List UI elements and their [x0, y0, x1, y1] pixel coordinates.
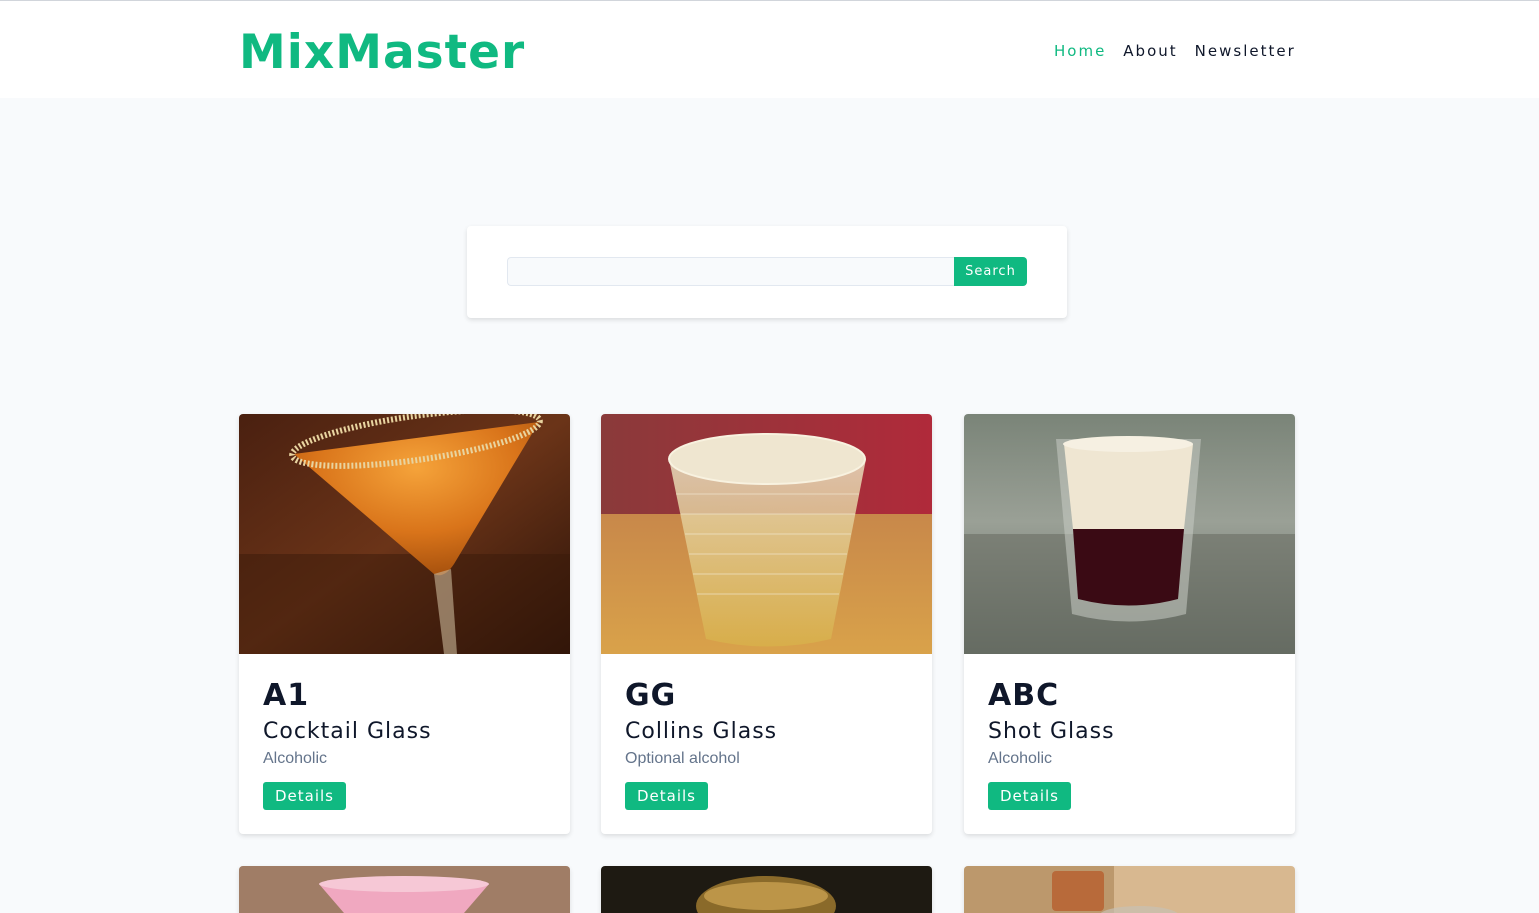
nav-links: Home About Newsletter	[1054, 41, 1296, 61]
nav-link-about[interactable]: About	[1123, 41, 1177, 61]
cocktail-type: Alcoholic	[263, 750, 328, 767]
cocktail-card: GG Collins Glass Optional alcohol Detail…	[601, 414, 932, 834]
cocktail-glass: Collins Glass	[625, 719, 778, 744]
cocktail-card	[239, 866, 570, 913]
nav-link-newsletter[interactable]: Newsletter	[1195, 41, 1296, 61]
search-form: Search	[467, 226, 1067, 318]
details-button[interactable]: Details	[263, 782, 347, 810]
cocktail-name: ABC	[988, 678, 1060, 713]
cocktail-image	[601, 414, 932, 654]
cocktail-glass: Shot Glass	[988, 719, 1115, 744]
cocktail-image	[239, 414, 570, 654]
cocktail-image	[239, 866, 570, 913]
details-button[interactable]: Details	[988, 782, 1072, 810]
cocktail-name: GG	[625, 678, 677, 713]
cocktail-name: A1	[263, 678, 310, 713]
cocktail-card: A1 Cocktail Glass Alcoholic Details	[239, 414, 570, 834]
navbar: MixMaster Home About Newsletter	[0, 0, 1539, 98]
cocktail-image	[964, 866, 1295, 913]
cocktail-card: ABC Shot Glass Alcoholic Details	[964, 414, 1295, 834]
search-input[interactable]	[507, 257, 954, 286]
cocktail-type: Optional alcohol	[625, 750, 740, 767]
nav-link-home[interactable]: Home	[1054, 41, 1106, 61]
cocktail-image	[964, 414, 1295, 654]
cocktail-glass: Cocktail Glass	[263, 719, 432, 744]
cocktail-card	[601, 866, 932, 913]
details-button[interactable]: Details	[625, 782, 709, 810]
cocktail-image	[601, 866, 932, 913]
site-logo[interactable]: MixMaster	[239, 25, 525, 81]
cocktail-type: Alcoholic	[988, 750, 1053, 767]
search-button[interactable]: Search	[954, 257, 1027, 286]
cocktail-card	[964, 866, 1295, 913]
